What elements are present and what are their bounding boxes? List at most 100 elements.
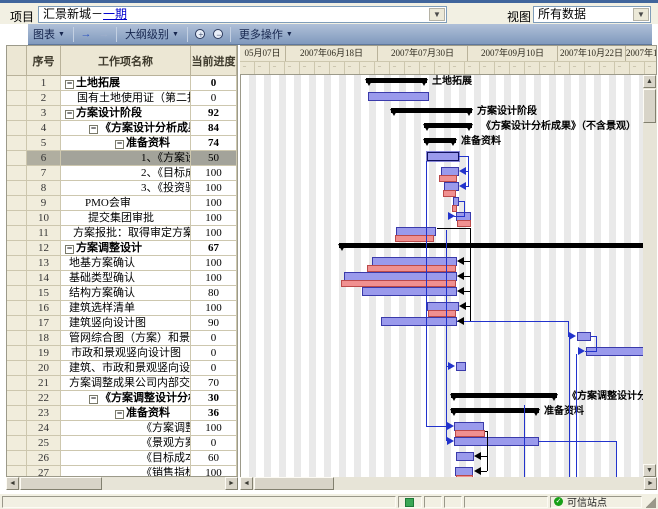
task-name-cell[interactable]: 地基方案确认 xyxy=(61,256,191,271)
table-horizontal-scrollbar[interactable]: ◄ ► xyxy=(6,477,238,490)
gantt-task-bar[interactable] xyxy=(368,92,429,101)
chart-menu-button[interactable]: 图表 xyxy=(28,26,70,43)
gantt-actual-bar[interactable] xyxy=(395,235,434,242)
gantt-summary-bar[interactable] xyxy=(451,408,539,413)
zoom-in-icon[interactable] xyxy=(192,27,208,42)
more-actions-button[interactable]: 更多操作 xyxy=(234,26,298,43)
table-row[interactable]: 4《方案设计分析成果》（不84 xyxy=(7,121,237,136)
table-row[interactable]: 19市政和景观竖向设计图0 xyxy=(7,346,237,361)
table-row[interactable]: 15结构方案确认80 xyxy=(7,286,237,301)
gantt-actual-bar[interactable] xyxy=(439,175,457,182)
gantt-summary-bar[interactable] xyxy=(339,243,643,248)
gantt-summary-bar[interactable] xyxy=(424,123,472,128)
gantt-vertical-scrollbar[interactable]: ▲ ▼ xyxy=(643,75,657,477)
table-row[interactable]: 12方案调整设计67 xyxy=(7,241,237,256)
task-name-cell[interactable]: 建筑竖向设计图 xyxy=(61,316,191,331)
gantt-task-bar-selected[interactable] xyxy=(427,152,459,161)
table-scroll-thumb[interactable] xyxy=(20,477,102,490)
task-name-cell[interactable]: 提交集团审批 xyxy=(61,211,191,226)
scroll-down-icon[interactable]: ▼ xyxy=(643,464,656,477)
task-name-cell[interactable]: 市政和景观竖向设计图 xyxy=(61,346,191,361)
task-name-cell[interactable]: 《方案调整设计分析成果》 xyxy=(61,391,191,406)
table-row[interactable]: 23准备资料36 xyxy=(7,406,237,421)
zoom-out-icon[interactable] xyxy=(210,27,226,42)
task-name-cell[interactable]: 《目标成本》 xyxy=(61,451,191,466)
task-name-cell[interactable]: 准备资料 xyxy=(61,136,191,151)
table-row[interactable]: 61、《方案设计成50 xyxy=(7,151,237,166)
table-row[interactable]: 11方案报批：取得审定方案通100 xyxy=(7,226,237,241)
gantt-task-bar[interactable] xyxy=(454,437,539,446)
gantt-summary-bar[interactable] xyxy=(451,393,557,398)
table-row[interactable]: 5准备资料74 xyxy=(7,136,237,151)
gantt-actual-bar[interactable] xyxy=(341,280,456,287)
view-combobox[interactable]: 所有数据 xyxy=(533,6,651,23)
table-row[interactable]: 18管网综合图（方案）和景观0 xyxy=(7,331,237,346)
table-row[interactable]: 83、《投资验算及100 xyxy=(7,181,237,196)
task-name-cell[interactable]: 管网综合图（方案）和景观 xyxy=(61,331,191,346)
task-name-cell[interactable]: 方案调整成果公司内部交底 xyxy=(61,376,191,391)
table-row[interactable]: 25《景观方案设计成0 xyxy=(7,436,237,451)
table-row[interactable]: 1土地拓展0 xyxy=(7,76,237,91)
gantt-actual-bar[interactable] xyxy=(443,190,456,197)
task-name-cell[interactable]: 基础类型确认 xyxy=(61,271,191,286)
task-name-cell[interactable]: 准备资料 xyxy=(61,406,191,421)
task-name-cell[interactable]: 土地拓展 xyxy=(61,76,191,91)
task-name-cell[interactable]: 《方案设计分析成果》（不 xyxy=(61,121,191,136)
task-name-cell[interactable]: 3、《投资验算及 xyxy=(61,181,191,196)
collapse-minus-icon[interactable] xyxy=(115,140,124,149)
task-name-cell[interactable]: 《景观方案设计成 xyxy=(61,436,191,451)
collapse-minus-icon[interactable] xyxy=(65,110,74,119)
outline-level-button[interactable]: 大纲级别 xyxy=(120,26,184,43)
task-name-cell[interactable]: 结构方案确认 xyxy=(61,286,191,301)
project-combobox[interactable]: 汇景新城－一期 xyxy=(38,6,447,23)
task-name-cell[interactable]: 《方案调整设计成 xyxy=(61,421,191,436)
task-name-cell[interactable]: PMO会审 xyxy=(61,196,191,211)
task-name-cell[interactable]: 方案报批：取得审定方案通 xyxy=(61,226,191,241)
table-row[interactable]: 16建筑选样清单100 xyxy=(7,301,237,316)
task-name-cell[interactable]: 2、《目标成本测 xyxy=(61,166,191,181)
project-dropdown-icon[interactable] xyxy=(429,8,445,21)
task-name-cell[interactable]: 1、《方案设计成 xyxy=(61,151,191,166)
vertical-scroll-thumb[interactable] xyxy=(643,89,656,123)
table-row[interactable]: 9PMO会审100 xyxy=(7,196,237,211)
task-name-cell[interactable]: 国有土地使用证（第二批） xyxy=(61,91,191,106)
gantt-summary-bar[interactable] xyxy=(366,78,427,83)
task-name-cell[interactable]: 建筑、市政和景观竖向设计 xyxy=(61,361,191,376)
table-row[interactable]: 20建筑、市政和景观竖向设计0 xyxy=(7,361,237,376)
gantt-actual-bar[interactable] xyxy=(452,205,457,212)
gantt-task-bar[interactable] xyxy=(362,287,457,296)
project-phase-link[interactable]: 一期 xyxy=(103,7,127,21)
table-row[interactable]: 3方案设计阶段92 xyxy=(7,106,237,121)
table-row[interactable]: 27《销售指标》100 xyxy=(7,466,237,477)
table-row[interactable]: 26《目标成本》60 xyxy=(7,451,237,466)
table-row[interactable]: 2国有土地使用证（第二批）0 xyxy=(7,91,237,106)
gantt-actual-bar[interactable] xyxy=(428,310,456,317)
back-arrow-icon[interactable]: → xyxy=(96,27,112,42)
scroll-left-icon[interactable]: ◄ xyxy=(6,477,19,490)
table-row[interactable]: 21方案调整成果公司内部交底70 xyxy=(7,376,237,391)
table-row[interactable]: 24《方案调整设计成100 xyxy=(7,421,237,436)
gantt-actual-bar[interactable] xyxy=(367,265,456,272)
table-row[interactable]: 72、《目标成本测100 xyxy=(7,166,237,181)
scroll-left-icon[interactable]: ◄ xyxy=(240,477,253,490)
collapse-minus-icon[interactable] xyxy=(115,410,124,419)
scroll-up-icon[interactable]: ▲ xyxy=(643,75,656,88)
collapse-minus-icon[interactable] xyxy=(89,125,98,134)
table-row[interactable]: 14基础类型确认100 xyxy=(7,271,237,286)
gantt-task-bar[interactable] xyxy=(577,332,591,341)
gantt-scroll-thumb[interactable] xyxy=(254,477,334,490)
resize-grip[interactable] xyxy=(646,496,656,508)
collapse-minus-icon[interactable] xyxy=(65,245,74,254)
view-dropdown-icon[interactable] xyxy=(633,8,649,21)
table-row[interactable]: 13地基方案确认100 xyxy=(7,256,237,271)
gantt-summary-bar[interactable] xyxy=(391,108,472,113)
gantt-actual-bar[interactable] xyxy=(457,220,471,227)
table-row[interactable]: 10提交集团审批100 xyxy=(7,211,237,226)
scroll-right-icon[interactable]: ► xyxy=(225,477,238,490)
collapse-minus-icon[interactable] xyxy=(65,80,74,89)
forward-arrow-icon[interactable]: → xyxy=(78,27,94,42)
collapse-minus-icon[interactable] xyxy=(89,395,98,404)
task-name-cell[interactable]: 方案调整设计 xyxy=(61,241,191,256)
task-name-cell[interactable]: 建筑选样清单 xyxy=(61,301,191,316)
task-name-cell[interactable]: 《销售指标》 xyxy=(61,466,191,477)
